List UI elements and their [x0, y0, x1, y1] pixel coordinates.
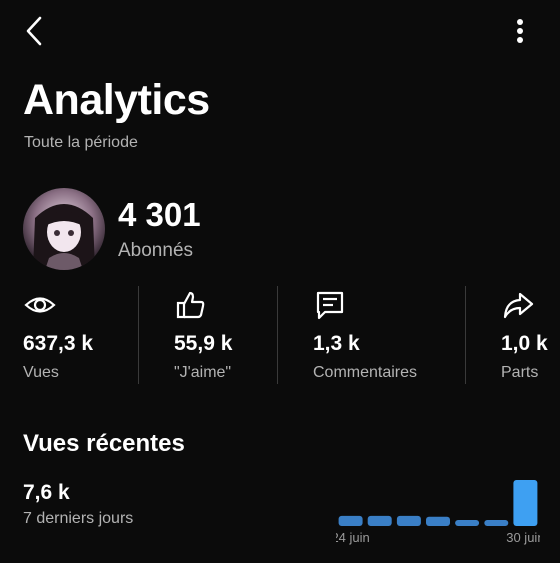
share-icon — [501, 288, 535, 322]
shares-label: Parts — [501, 364, 539, 381]
recent-views-chart[interactable]: 24 juin 30 juin — [331, 470, 545, 558]
back-button[interactable] — [18, 14, 52, 48]
bar-chart: 24 juin 30 juin — [331, 480, 545, 545]
chart-bar — [513, 480, 538, 526]
chart-bar — [367, 515, 392, 526]
chart-bar — [426, 516, 450, 526]
chart-bar — [455, 520, 480, 526]
chart-bar — [396, 515, 421, 526]
divider — [465, 286, 466, 384]
chevron-left-icon — [26, 16, 42, 46]
shares-value: 1,0 k — [501, 332, 548, 355]
recent-views-period: 7 derniers jours — [23, 510, 134, 527]
comments-label: Commentaires — [313, 364, 418, 381]
avatar[interactable] — [23, 188, 105, 270]
likes-label: "J'aime" — [174, 364, 232, 381]
recent-views-value: 7,6 k — [23, 481, 70, 504]
likes-value: 55,9 k — [174, 332, 233, 355]
views-label: Vues — [23, 364, 59, 381]
subscriber-count: 4 301 — [118, 196, 201, 233]
eye-icon — [23, 288, 57, 322]
more-vertical-icon — [517, 19, 523, 43]
comments-value: 1,3 k — [313, 332, 360, 355]
recent-views-title: Vues récentes — [23, 430, 185, 457]
subscriber-label: Abonnés — [118, 240, 194, 261]
more-options-button[interactable] — [504, 14, 536, 48]
chart-tick-label: 30 juin — [506, 530, 540, 545]
avatar-image — [23, 188, 105, 270]
chart-bar — [484, 520, 509, 526]
views-value: 637,3 k — [23, 332, 94, 355]
comment-icon — [313, 288, 347, 322]
divider — [138, 286, 139, 384]
divider — [277, 286, 278, 384]
chart-bar — [338, 515, 363, 526]
thumbs-up-icon — [174, 288, 208, 322]
chart-tick-label: 24 juin — [336, 530, 370, 545]
period-subtitle: Toute la période — [24, 134, 138, 151]
page-title: Analytics — [23, 76, 210, 124]
